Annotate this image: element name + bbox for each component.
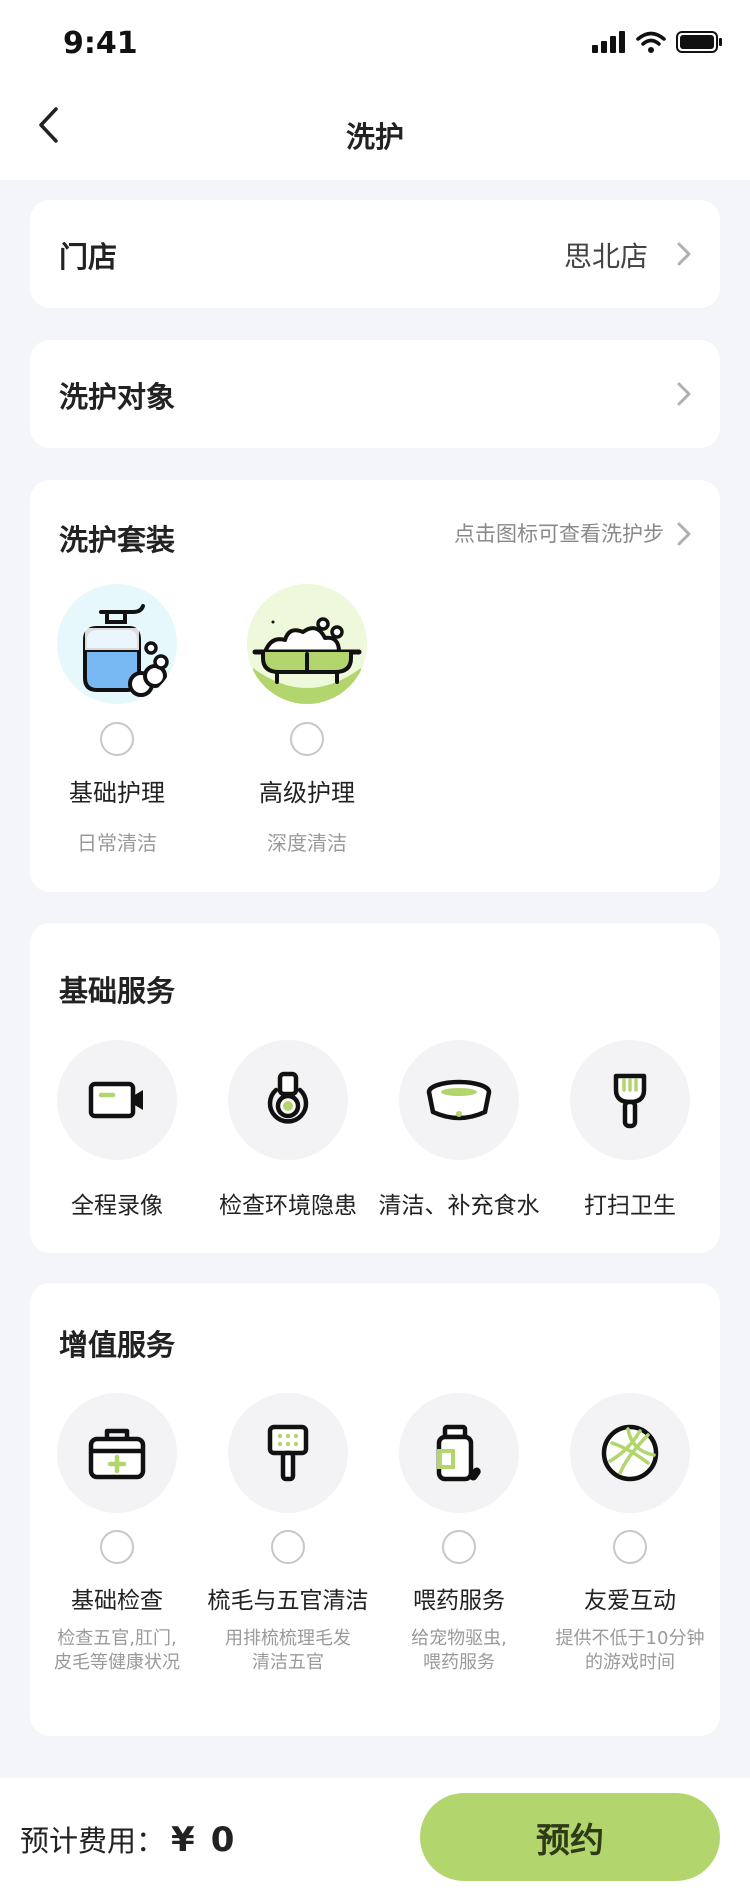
comb-icon[interactable] [228, 1393, 348, 1513]
addon-desc: 用排梳梳理毛发 清洁五官 [225, 1628, 351, 1673]
battery-icon [676, 31, 722, 53]
store-label: 门店 [59, 240, 118, 274]
service-item: 打扫卫生 [545, 1040, 715, 1220]
addon-name: 友爱互动 [584, 1588, 676, 1614]
addon-item-medicine[interactable]: 喂药服务 给宠物驱虫, 喂药服务 [374, 1393, 544, 1675]
page-title: 洗护 [345, 120, 404, 154]
addon-services-title: 增值服务 [59, 1328, 176, 1362]
service-name: 清洁、补充食水 [378, 1193, 540, 1219]
package-basic-name: 基础护理 [69, 779, 165, 807]
wash-target-label: 洗护对象 [59, 380, 176, 414]
chevron-right-icon [677, 242, 691, 266]
bottom-bar: 预计费用： ¥ 0 预约 [0, 1778, 750, 1895]
addon-name: 基础检查 [71, 1588, 163, 1614]
cost-currency: ¥ [171, 1820, 195, 1860]
package-hint[interactable]: 点击图标可查看洗护步 [454, 518, 664, 548]
service-item: 清洁、补充食水 [374, 1040, 544, 1220]
basic-services-card: 基础服务 全程录像 检查环境隐患 清洁、补充食水 打扫卫生 [30, 923, 720, 1253]
chevron-right-icon[interactable] [676, 520, 692, 548]
cost-amount: 0 [210, 1820, 235, 1860]
addon-desc: 检查五官,肛门, 皮毛等健康状况 [54, 1628, 180, 1673]
video-camera-icon [57, 1040, 177, 1160]
addon-item-grooming[interactable]: 梳毛与五官清洁 用排梳梳理毛发 清洁五官 [203, 1393, 373, 1675]
ball-icon[interactable] [570, 1393, 690, 1513]
addon-item-interaction[interactable]: 友爱互动 提供不低于10分钟 的游戏时间 [545, 1393, 715, 1675]
addon-desc: 提供不低于10分钟 的游戏时间 [555, 1628, 705, 1673]
status-bar: 9:41 [0, 0, 750, 88]
package-basic-sub: 日常清洁 [77, 831, 157, 855]
chevron-right-icon [677, 382, 691, 406]
navigation-bar: 洗护 [0, 88, 750, 180]
medical-kit-icon[interactable] [57, 1393, 177, 1513]
addon-name: 喂药服务 [413, 1588, 505, 1614]
service-name: 打扫卫生 [584, 1193, 676, 1219]
package-advanced-radio[interactable] [290, 722, 324, 756]
signal-icon [592, 31, 625, 53]
soap-bottle-icon[interactable] [57, 584, 177, 704]
service-name: 全程录像 [71, 1193, 163, 1219]
status-time: 9:41 [63, 26, 138, 61]
package-basic[interactable]: 基础护理 日常清洁 [42, 584, 192, 856]
package-basic-radio[interactable] [100, 722, 134, 756]
addon-grooming-radio[interactable] [271, 1530, 305, 1564]
addon-basic-check-radio[interactable] [100, 1530, 134, 1564]
scoop-icon [570, 1040, 690, 1160]
estimated-cost: 预计费用： ¥ 0 [20, 1818, 234, 1860]
inspection-icon [228, 1040, 348, 1160]
addon-name: 梳毛与五官清洁 [207, 1588, 369, 1614]
addon-services-card: 增值服务 基础检查 检查五官,肛门, 皮毛等健康状况 梳毛与五官清洁 用排梳梳理… [30, 1283, 720, 1736]
addon-medicine-radio[interactable] [442, 1530, 476, 1564]
basic-services-title: 基础服务 [59, 974, 176, 1008]
package-title: 洗护套装 [59, 523, 176, 557]
service-item: 全程录像 [32, 1040, 202, 1220]
wifi-icon [636, 31, 666, 53]
service-name: 检查环境隐患 [219, 1193, 357, 1219]
medicine-bottle-icon[interactable] [399, 1393, 519, 1513]
status-icons [592, 31, 722, 53]
pet-bowl-icon [399, 1040, 519, 1160]
package-card: 洗护套装 点击图标可查看洗护步 基础护理 日常清洁 高级护理 深度清洁 [30, 480, 720, 892]
addon-interaction-radio[interactable] [613, 1530, 647, 1564]
bathtub-icon[interactable] [247, 584, 367, 704]
store-value: 思北店 [563, 240, 648, 273]
package-advanced-sub: 深度清洁 [267, 831, 347, 855]
package-advanced-name: 高级护理 [259, 779, 355, 807]
wash-target-row[interactable]: 洗护对象 [30, 340, 720, 448]
book-button[interactable]: 预约 [420, 1793, 720, 1881]
store-row[interactable]: 门店 思北店 [30, 200, 720, 308]
service-item: 检查环境隐患 [203, 1040, 373, 1220]
addon-item-basic-check[interactable]: 基础检查 检查五官,肛门, 皮毛等健康状况 [32, 1393, 202, 1675]
addon-desc: 给宠物驱虫, 喂药服务 [411, 1628, 507, 1673]
package-advanced[interactable]: 高级护理 深度清洁 [232, 584, 382, 856]
cost-label: 预计费用： [20, 1824, 166, 1858]
